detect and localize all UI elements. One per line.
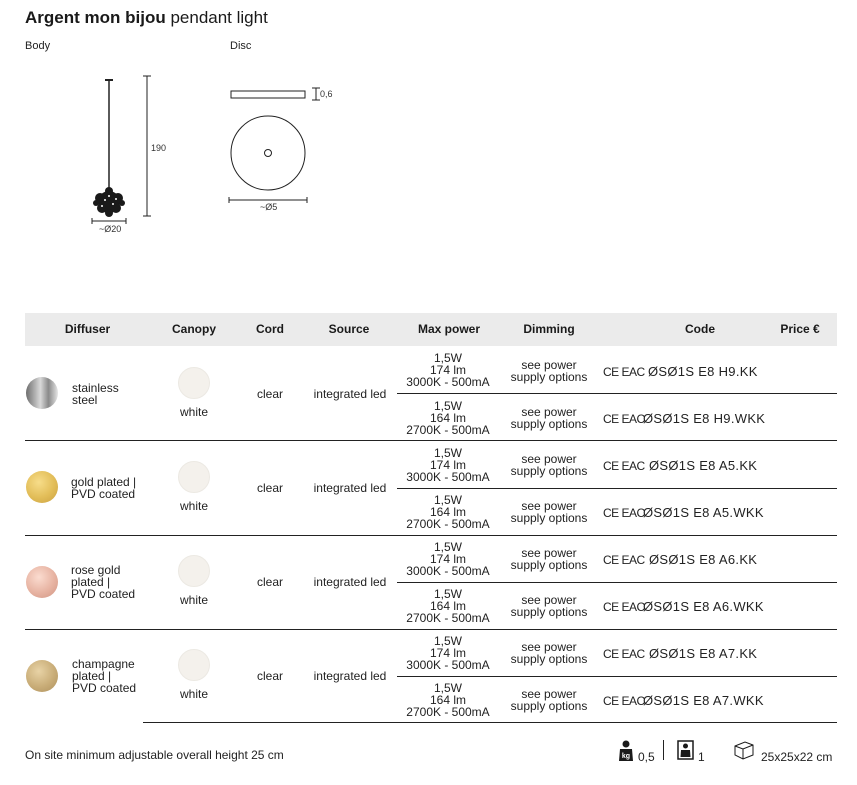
canopy-text: white	[179, 593, 208, 607]
product-code: ØSØ1S E8 A6.WKK	[643, 599, 764, 614]
header-diffuser: Diffuser	[64, 322, 111, 336]
canopy-swatch	[178, 555, 210, 587]
power-temp: 3000K - 500mA	[406, 564, 490, 578]
ce-eac-mark: CE EAC	[603, 365, 645, 379]
body-drawing	[91, 75, 151, 224]
canopy-swatch	[178, 461, 210, 493]
footer-divider	[663, 740, 664, 760]
ce-eac-mark: CE EAC	[603, 694, 645, 708]
disc-label: Disc	[230, 40, 252, 52]
cord-text: clear	[256, 669, 283, 683]
diffuser-line: PVD coated	[71, 487, 136, 501]
diffuser-line: PVD coated	[71, 587, 136, 601]
diffuser-swatch	[26, 660, 58, 692]
ce-eac-mark: CE EAC	[603, 412, 645, 426]
header-canopy: Canopy	[171, 322, 216, 336]
dimming-line: supply options	[510, 558, 588, 572]
dimming-line: supply options	[510, 652, 588, 666]
ce-eac-mark: CE EAC	[603, 647, 645, 661]
ce-eac-mark: CE EAC	[603, 459, 645, 473]
product-code: ØSØ1S E8 H9.WKK	[643, 411, 766, 426]
package-box-icon	[734, 741, 754, 760]
box-count-icon	[677, 740, 694, 760]
page-title: Argent mon bijou pendant light	[25, 8, 268, 28]
group-divider	[25, 440, 837, 441]
table-header: Diffuser Canopy Cord Source Max power Di…	[25, 313, 837, 346]
power-temp: 2700K - 500mA	[406, 611, 490, 625]
header-dimming: Dimming	[523, 322, 575, 336]
power-temp: 3000K - 500mA	[406, 470, 490, 484]
source-text: integrated led	[313, 669, 387, 683]
disc-drawing	[228, 87, 320, 203]
body-diameter-dim: ~Ø20	[99, 224, 122, 234]
power-temp: 2700K - 500mA	[406, 517, 490, 531]
header-price: Price €	[780, 322, 820, 336]
title-bold: Argent mon bijou	[25, 8, 166, 27]
row-divider	[397, 488, 837, 489]
diffuser-line: steel	[72, 393, 98, 407]
dimming-line: supply options	[510, 511, 588, 525]
body-label: Body	[25, 40, 51, 52]
power-temp: 2700K - 500mA	[406, 705, 490, 719]
cord-text: clear	[256, 387, 283, 401]
weight-value: 0,5	[638, 750, 655, 764]
footer-note: On site minimum adjustable overall heigh…	[25, 748, 284, 762]
disc-thickness-dim: 0,6	[320, 89, 333, 99]
title-rest: pendant light	[170, 8, 268, 27]
dimming-line: supply options	[510, 699, 588, 713]
power-temp: 3000K - 500mA	[406, 375, 490, 389]
canopy-text: white	[179, 687, 208, 701]
product-code: ØSØ1S E8 A6.KK	[649, 552, 758, 567]
dimming-line: supply options	[510, 605, 588, 619]
canopy-text: white	[179, 405, 208, 419]
body-height-dim: 190	[151, 143, 167, 153]
header-max-power: Max power	[417, 322, 480, 336]
row-divider	[397, 393, 837, 394]
ce-eac-mark: CE EAC	[603, 600, 645, 614]
header-cord: Cord	[256, 322, 284, 336]
ce-eac-mark: CE EAC	[603, 506, 645, 520]
dimming-line: supply options	[510, 370, 588, 384]
canopy-swatch	[178, 649, 210, 681]
product-code: ØSØ1S E8 H9.KK	[648, 364, 758, 379]
dimming-line: supply options	[510, 464, 588, 478]
dimming-line: supply options	[510, 417, 588, 431]
table-bottom-line	[143, 722, 837, 723]
source-text: integrated led	[313, 481, 387, 495]
diffuser-swatch	[26, 471, 58, 503]
pieces-value: 1	[698, 750, 705, 764]
group-divider	[25, 629, 837, 630]
diffuser-line: PVD coated	[72, 681, 137, 695]
kg-weight-icon: kg	[619, 740, 633, 761]
product-code: ØSØ1S E8 A7.WKK	[643, 693, 764, 708]
power-temp: 3000K - 500mA	[406, 658, 490, 672]
diffuser-swatch	[26, 566, 58, 598]
diffuser-swatch	[26, 377, 58, 409]
cord-text: clear	[256, 481, 283, 495]
row-divider	[397, 676, 837, 677]
header-code: Code	[685, 322, 715, 336]
svg-text:kg: kg	[622, 753, 630, 760]
source-text: integrated led	[313, 387, 387, 401]
canopy-text: white	[179, 499, 208, 513]
disc-diameter-dim: ~Ø5	[260, 202, 278, 212]
source-text: integrated led	[313, 575, 387, 589]
package-size: 25x25x22 cm	[761, 750, 833, 764]
cord-text: clear	[256, 575, 283, 589]
canopy-swatch	[178, 367, 210, 399]
product-code: ØSØ1S E8 A5.KK	[649, 458, 758, 473]
power-temp: 2700K - 500mA	[406, 423, 490, 437]
product-code: ØSØ1S E8 A7.KK	[649, 646, 758, 661]
group-divider	[25, 535, 837, 536]
row-divider	[397, 582, 837, 583]
ce-eac-mark: CE EAC	[603, 553, 645, 567]
header-source: Source	[328, 322, 370, 336]
product-code: ØSØ1S E8 A5.WKK	[643, 505, 764, 520]
